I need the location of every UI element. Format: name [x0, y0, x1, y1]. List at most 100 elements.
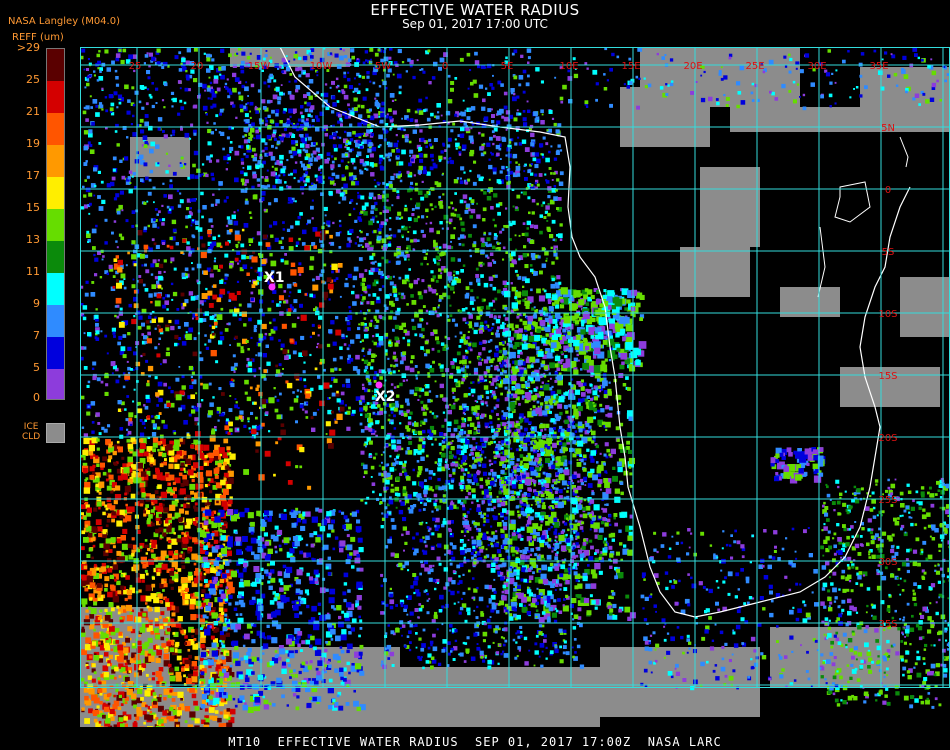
cloud-pixel	[163, 461, 167, 466]
cloud-pixel	[219, 631, 224, 636]
cloud-pixel	[261, 323, 267, 330]
cloud-pixel	[208, 54, 212, 58]
cloud-pixel	[309, 293, 313, 298]
cloud-pixel	[289, 338, 294, 343]
cloud-pixel	[192, 351, 198, 357]
cloud-pixel	[145, 544, 149, 549]
cloud-pixel	[80, 395, 85, 400]
cloud-pixel	[317, 602, 322, 606]
cloud-pixel	[180, 551, 184, 554]
cloud-pixel	[126, 614, 133, 621]
cloud-pixel	[282, 349, 288, 355]
cloud-pixel	[132, 114, 135, 118]
cloud-pixel	[200, 382, 203, 386]
cloud-pixel	[447, 421, 452, 427]
cloud-pixel	[178, 366, 181, 368]
cloud-pixel	[110, 102, 115, 107]
cloud-pixel	[364, 365, 369, 370]
cloud-pixel	[328, 597, 335, 604]
cloud-pixel	[194, 417, 199, 422]
cloud-pixel	[129, 611, 133, 615]
cloud-pixel	[189, 207, 192, 210]
cloud-pixel	[178, 472, 183, 477]
cloud-pixel	[244, 86, 249, 92]
cloud-pixel	[90, 401, 96, 406]
cloud-pixel	[317, 523, 322, 527]
cloud-pixel	[219, 336, 225, 341]
cloud-pixel	[316, 74, 319, 77]
cloud-pixel	[262, 160, 266, 165]
cloud-pixel	[145, 504, 149, 508]
cloud-pixel	[120, 236, 125, 241]
cloud-pixel	[172, 481, 176, 485]
cloud-pixel	[215, 114, 219, 118]
cloud-pixel	[438, 268, 442, 272]
cloud-pixel	[192, 537, 198, 543]
cloud-pixel	[387, 275, 390, 278]
cloud-pixel	[237, 209, 239, 212]
cloud-pixel	[244, 677, 250, 682]
cloud-pixel	[450, 201, 453, 205]
cloud-pixel	[266, 361, 271, 366]
cloud-pixel	[233, 509, 239, 514]
cloud-pixel	[323, 368, 326, 372]
cloud-pixel	[304, 245, 310, 252]
cloud-pixel	[153, 628, 159, 633]
cloud-pixel	[334, 668, 339, 673]
cloud-pixel	[225, 586, 229, 589]
cloud-pixel	[207, 410, 213, 416]
cloud-pixel	[324, 83, 328, 86]
cloud-pixel	[221, 656, 225, 660]
cloud-pixel	[346, 534, 350, 538]
cloud-pixel	[273, 79, 277, 83]
cloud-pixel	[330, 638, 334, 641]
cloud-pixel	[343, 582, 348, 586]
cloud-pixel	[451, 440, 454, 442]
cloud-pixel	[117, 259, 123, 266]
cloud-pixel	[178, 508, 184, 514]
cloud-pixel	[228, 594, 233, 599]
cloud-pixel	[193, 521, 197, 525]
cloud-pixel	[400, 404, 404, 409]
cloud-pixel	[404, 258, 407, 261]
cloud-pixel	[160, 611, 165, 616]
cloud-pixel	[131, 654, 135, 658]
ice-cloud-patch	[380, 667, 600, 727]
cloud-pixel	[104, 652, 109, 657]
cloud-pixel	[104, 391, 109, 396]
cloud-pixel	[441, 227, 444, 230]
cloud-pixel	[184, 593, 191, 600]
cloud-pixel	[495, 319, 501, 324]
cloud-pixel	[352, 275, 358, 281]
cloud-pixel	[122, 711, 127, 716]
cloud-pixel	[314, 578, 318, 581]
cloud-pixel	[454, 378, 458, 383]
cloud-pixel	[238, 260, 241, 263]
cloud-pixel	[140, 487, 146, 493]
cloud-pixel	[536, 202, 539, 206]
cloud-pixel	[143, 244, 149, 250]
cloud-pixel	[97, 590, 102, 595]
cloud-pixel	[193, 671, 198, 677]
cloud-pixel	[106, 519, 111, 523]
cloud-pixel	[295, 241, 300, 245]
cloud-pixel	[274, 545, 277, 549]
cloud-pixel	[122, 463, 127, 468]
cloud-pixel	[133, 672, 139, 678]
cloud-pixel	[225, 168, 228, 171]
cloud-pixel	[190, 375, 193, 379]
cloud-pixel	[219, 453, 223, 457]
cloud-pixel	[425, 349, 430, 354]
cloud-pixel	[202, 205, 207, 210]
cloud-pixel	[204, 579, 208, 583]
scale-swatch	[47, 177, 64, 209]
cloud-pixel	[80, 457, 84, 461]
cloud-pixel	[290, 225, 294, 229]
scale-tick-label: 15	[26, 201, 40, 214]
cloud-pixel	[86, 175, 90, 179]
cloud-pixel	[373, 229, 377, 234]
cloud-pixel	[147, 415, 151, 419]
cloud-pixel	[100, 631, 104, 635]
cloud-pixel	[417, 291, 422, 296]
cloud-pixel	[93, 718, 98, 723]
